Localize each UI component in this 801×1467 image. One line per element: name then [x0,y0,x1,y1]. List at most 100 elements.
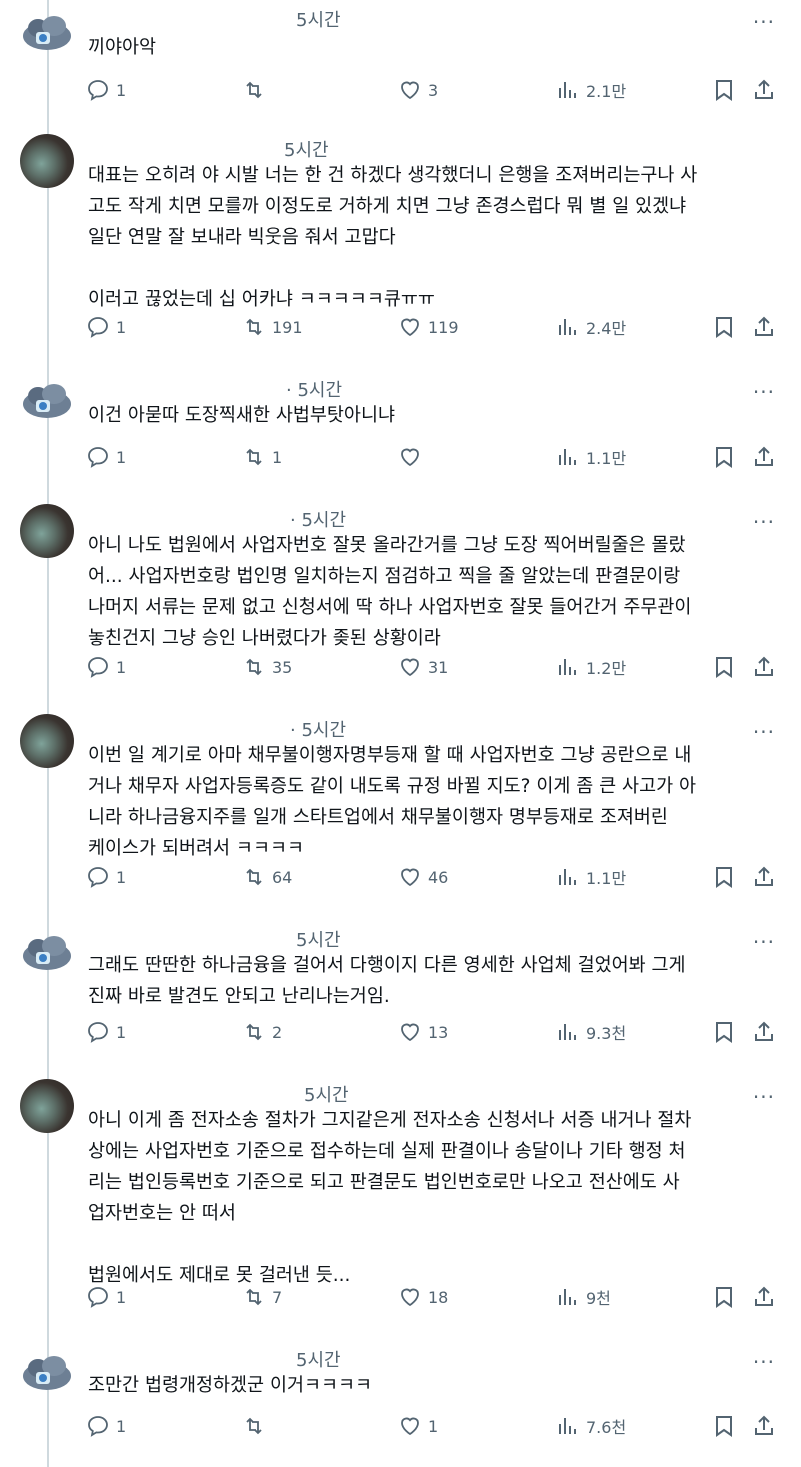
tweet-time[interactable]: · 5시간 [286,376,342,402]
tweet[interactable]: 5시간 ··· 아니 이게 좀 전자소송 절차가 그지같은게 전자소송 신청서나… [0,1075,801,1325]
like-button[interactable]: 46 [398,865,448,889]
heart-icon [401,81,419,100]
reply-button[interactable]: 1 [86,1285,126,1309]
tweet-time[interactable]: 5시간 [304,1081,349,1107]
avatar-cloud-icon[interactable] [20,1346,74,1400]
retweet-icon [246,1288,262,1306]
retweet-button[interactable]: 1 [242,445,282,469]
retweet-icon [246,318,262,336]
tweet[interactable]: 5시간 ··· 대표는 오히려 야 시발 너는 한 건 하겠다 생각했더니 은행… [0,130,801,370]
retweet-button[interactable]: 191 [242,315,303,339]
reply-icon [88,80,108,101]
tweet-time[interactable]: · 5시간 [290,506,346,532]
retweet-icon [246,658,262,676]
share-icon [755,316,773,336]
avatar-cloud-icon[interactable] [20,374,74,428]
reply-button[interactable]: 1 [86,1414,126,1438]
avatar-cloud-icon[interactable] [20,926,74,980]
reply-icon [88,447,108,468]
views-icon [559,1289,576,1305]
reply-icon [88,657,108,678]
views-button[interactable]: 9천 [556,1285,611,1309]
views-button[interactable]: 2.4만 [556,315,626,339]
like-button[interactable]: 31 [398,655,448,679]
tweet-text: 아니 나도 법원에서 사업자번호 잘못 올라간거를 그냥 도장 찍어버릴줄은 몰… [88,535,692,649]
retweet-icon [246,1023,262,1041]
reply-button[interactable]: 1 [86,865,126,889]
share-button[interactable] [752,1020,776,1044]
bookmark-button[interactable] [712,655,736,679]
tweet-text: 이번 일 계기로 아마 채무불이행자명부등재 할 때 사업자번호 그냥 공란으로… [88,745,697,859]
share-icon [755,866,773,886]
share-icon [755,79,773,99]
reply-icon [88,317,108,338]
views-button[interactable]: 1.1만 [556,445,626,469]
views-button[interactable]: 7.6천 [556,1414,626,1438]
bookmark-button[interactable] [712,445,736,469]
reply-button[interactable]: 1 [86,1020,126,1044]
views-icon [559,449,576,465]
like-button[interactable]: 119 [398,315,459,339]
retweet-button[interactable]: 35 [242,655,292,679]
like-button[interactable] [398,445,428,469]
views-button[interactable]: 1.2만 [556,655,626,679]
bookmark-button[interactable] [712,865,736,889]
bookmark-button[interactable] [712,1020,736,1044]
bookmark-icon [716,447,732,468]
retweet-button[interactable]: 7 [242,1285,282,1309]
tweet[interactable]: 5시간 ··· 조만간 법령개정하겠군 이거ㅋㅋㅋㅋ 1 1 7.6천 [0,1340,801,1460]
bookmark-button[interactable] [712,78,736,102]
bookmark-icon [716,1022,732,1043]
views-button[interactable]: 1.1만 [556,865,626,889]
tweet-actions: 1 3 2.1만 [0,78,801,108]
more-options-icon[interactable]: ··· [753,10,775,34]
share-button[interactable] [752,655,776,679]
avatar[interactable] [20,1079,74,1133]
tweet-time[interactable]: 5시간 [296,6,341,32]
like-button[interactable]: 1 [398,1414,438,1438]
tweet-time[interactable]: 5시간 [296,926,341,952]
reply-button[interactable]: 1 [86,445,126,469]
share-icon [755,656,773,676]
views-button[interactable]: 9.3천 [556,1020,626,1044]
heart-icon [401,1023,419,1042]
retweet-button[interactable] [242,1414,272,1438]
avatar[interactable] [20,134,74,188]
bookmark-button[interactable] [712,1285,736,1309]
tweet-time[interactable]: · 5시간 [290,716,346,742]
bookmark-icon [716,317,732,338]
reply-button[interactable]: 1 [86,315,126,339]
bookmark-icon [716,657,732,678]
retweet-button[interactable] [242,78,272,102]
share-button[interactable] [752,315,776,339]
tweet[interactable]: 5시간 ··· 그래도 딴딴한 하나금융을 걸어서 다행이지 다른 영세한 사업… [0,920,801,1060]
tweet-time[interactable]: 5시간 [284,136,329,162]
avatar[interactable] [20,714,74,768]
share-button[interactable] [752,1414,776,1438]
share-button[interactable] [752,78,776,102]
bookmark-button[interactable] [712,1414,736,1438]
share-button[interactable] [752,865,776,889]
tweet-text: 아니 이게 좀 전자소송 절차가 그지같은게 전자소송 신청서나 서증 내거나 … [88,1110,692,1286]
like-button[interactable]: 18 [398,1285,448,1309]
like-button[interactable]: 3 [398,78,438,102]
share-button[interactable] [752,445,776,469]
share-button[interactable] [752,1285,776,1309]
tweet[interactable]: 5시간 ··· 끼야아악 1 3 2.1만 [0,0,801,118]
like-button[interactable]: 13 [398,1020,448,1044]
avatar-cloud-icon[interactable] [20,6,74,60]
reply-icon [88,1416,108,1437]
tweet[interactable]: · 5시간 ··· 이번 일 계기로 아마 채무불이행자명부등재 할 때 사업자… [0,710,801,910]
retweet-button[interactable]: 2 [242,1020,282,1044]
reply-button[interactable]: 1 [86,78,126,102]
heart-icon [401,868,419,887]
views-button[interactable]: 2.1만 [556,78,626,102]
tweet[interactable]: · 5시간 ··· 아니 나도 법원에서 사업자번호 잘못 올라간거를 그냥 도… [0,500,801,700]
tweet[interactable]: · 5시간 ··· 이건 아묻따 도장찍새한 사법부탓아니냐 1 1 1.1만 [0,370,801,482]
avatar[interactable] [20,504,74,558]
bookmark-button[interactable] [712,315,736,339]
tweet-time[interactable]: 5시간 [296,1346,341,1372]
reply-icon [88,867,108,888]
reply-button[interactable]: 1 [86,655,126,679]
retweet-button[interactable]: 64 [242,865,292,889]
